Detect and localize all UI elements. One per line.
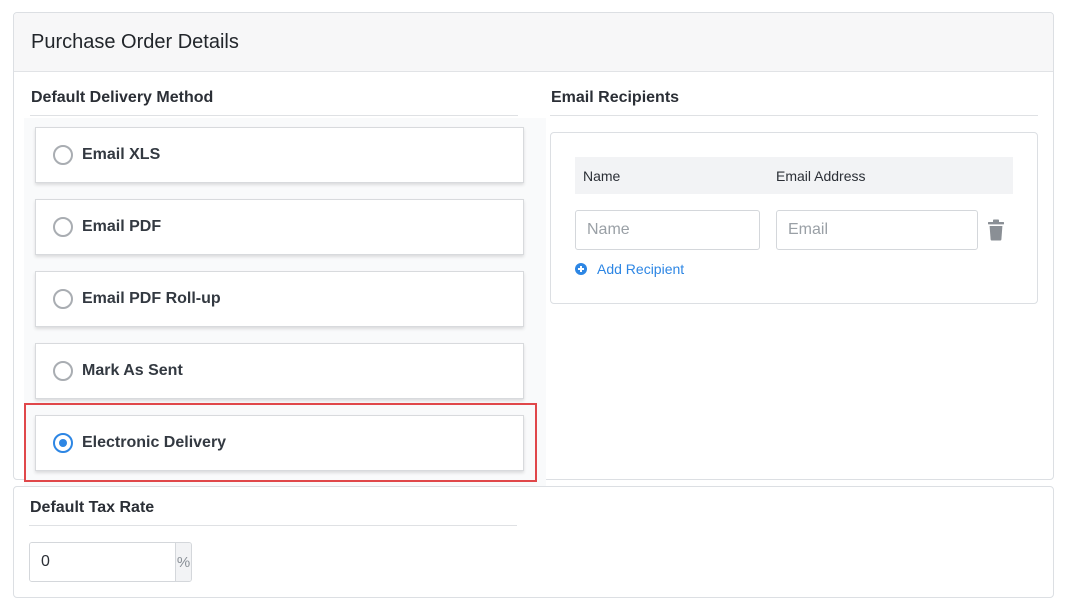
email-recipients-label: Email Recipients bbox=[551, 89, 680, 106]
radio-mark-as-sent[interactable] bbox=[53, 361, 73, 381]
add-recipient-label: Add Recipient bbox=[597, 261, 685, 277]
tax-divider bbox=[29, 525, 517, 526]
trash-icon[interactable] bbox=[987, 219, 1005, 241]
radio-electronic-delivery[interactable] bbox=[53, 433, 73, 453]
percent-addon: % bbox=[175, 543, 191, 581]
radio-email-pdf[interactable] bbox=[53, 217, 73, 237]
recipients-table-header: Name Email Address bbox=[575, 157, 1013, 194]
tax-rate-label: Default Tax Rate bbox=[30, 499, 155, 516]
recipient-email-input[interactable] bbox=[776, 210, 978, 250]
radio-email-xls[interactable] bbox=[53, 145, 73, 165]
delivery-option-label: Electronic Delivery bbox=[82, 434, 227, 451]
tax-rate-input-group: % bbox=[29, 542, 192, 582]
recipient-name-input[interactable] bbox=[575, 210, 760, 250]
delivery-option-email-pdf-rollup[interactable]: Email PDF Roll-up bbox=[35, 271, 524, 327]
delivery-option-label: Email PDF bbox=[82, 218, 162, 235]
tax-rate-input[interactable] bbox=[30, 543, 175, 581]
plus-circle-icon bbox=[575, 263, 587, 275]
add-recipient-link[interactable]: Add Recipient bbox=[575, 260, 684, 278]
page-title: Purchase Order Details bbox=[31, 31, 239, 53]
delivery-method-label: Default Delivery Method bbox=[31, 89, 214, 106]
delivery-option-label: Mark As Sent bbox=[82, 362, 183, 379]
recipients-divider bbox=[550, 115, 1038, 116]
column-header-name: Name bbox=[583, 168, 621, 184]
delivery-option-mark-as-sent[interactable]: Mark As Sent bbox=[35, 343, 524, 399]
delivery-option-label: Email XLS bbox=[82, 146, 161, 163]
column-header-email: Email Address bbox=[776, 168, 866, 184]
card-header: Purchase Order Details bbox=[14, 13, 1053, 72]
delivery-option-electronic-delivery[interactable]: Electronic Delivery bbox=[35, 415, 524, 471]
delivery-option-email-xls[interactable]: Email XLS bbox=[35, 127, 524, 183]
delivery-option-email-pdf[interactable]: Email PDF bbox=[35, 199, 524, 255]
delivery-divider bbox=[30, 115, 518, 116]
delivery-option-label: Email PDF Roll-up bbox=[82, 290, 221, 307]
radio-email-pdf-rollup[interactable] bbox=[53, 289, 73, 309]
